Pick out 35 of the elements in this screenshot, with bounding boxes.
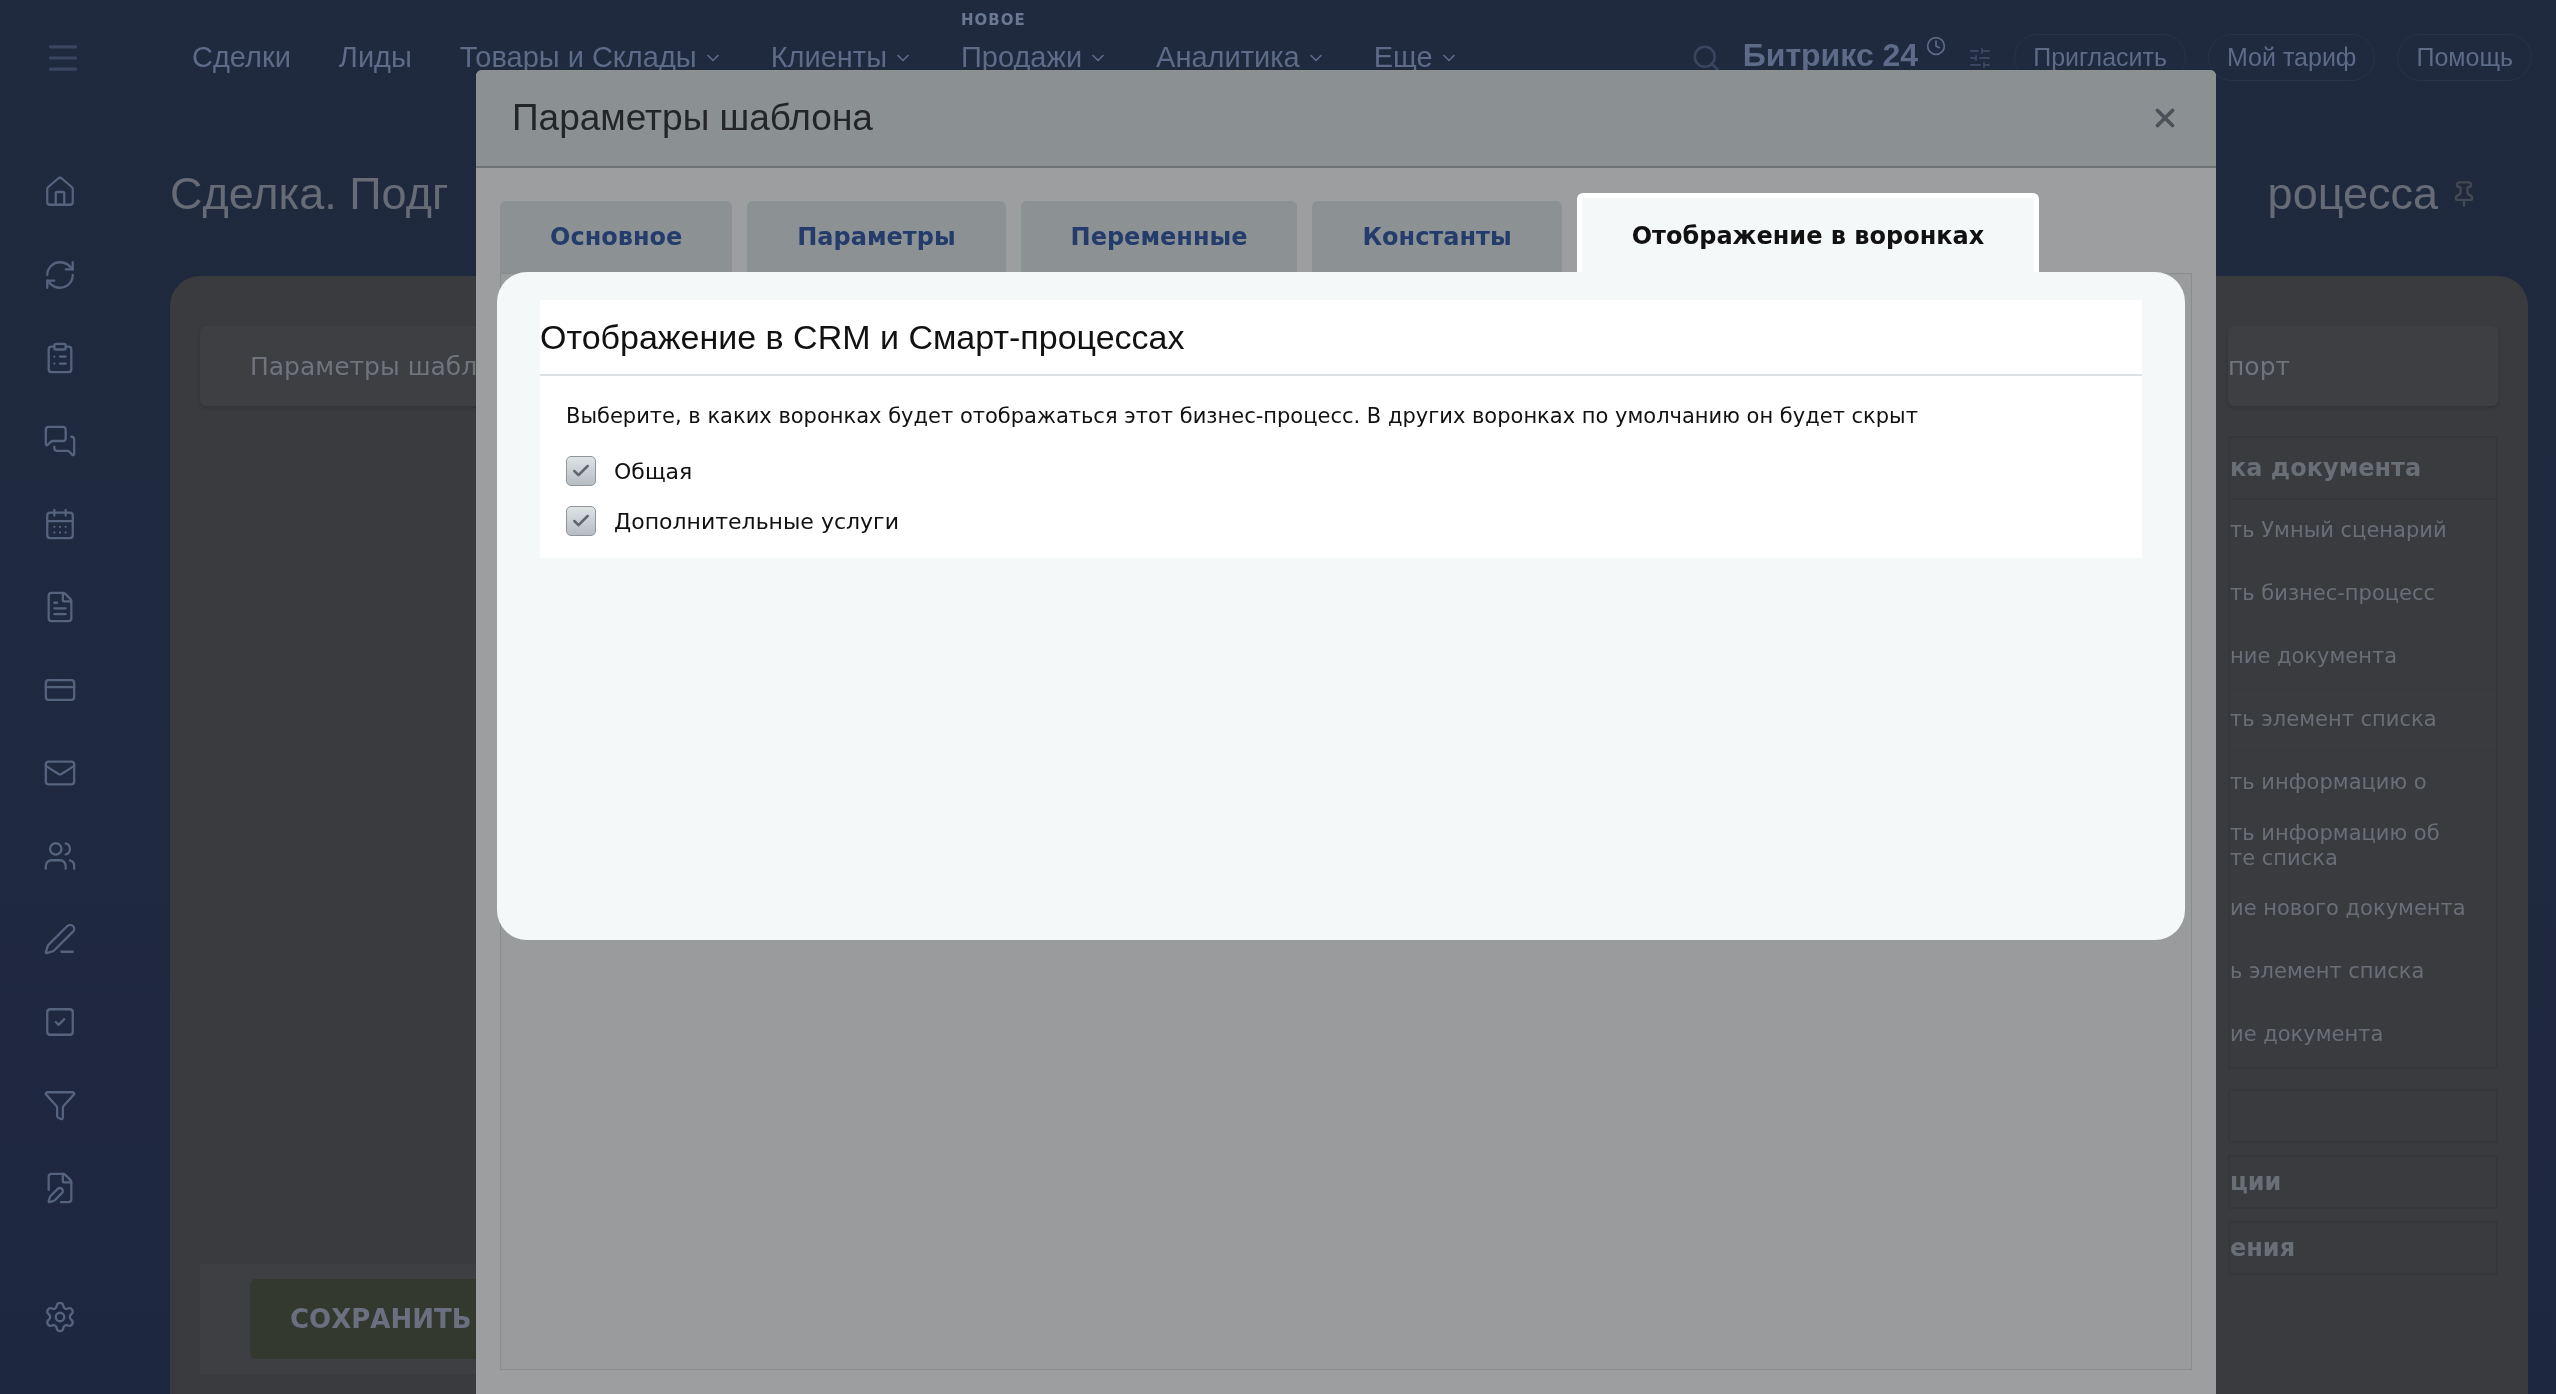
checkbox-label: Общая <box>614 458 693 484</box>
section-title: Отображение в CRM и Смарт-процессах <box>540 300 2142 376</box>
filter-icon[interactable] <box>43 1088 77 1122</box>
nav-link[interactable]: Товары и Склады <box>459 41 723 74</box>
nav-link[interactable]: Сделки <box>192 41 291 74</box>
new-label: НОВОЕ <box>961 11 1026 29</box>
page-title: Сделка. Подг <box>170 167 449 220</box>
nav-link[interactable]: Продажи <box>961 41 1109 74</box>
checkbox[interactable] <box>566 506 596 536</box>
sliders-icon[interactable] <box>1968 45 1993 70</box>
checkbox-label: Дополнительные услуги <box>614 508 899 534</box>
clock-icon <box>1926 35 1947 56</box>
description: Выберите, в каких воронках будет отображаться этот бизнес-процесс. В других воронках по умолчанию он будет скрыт <box>566 404 1919 428</box>
tab[interactable]: Константы <box>1312 201 1562 273</box>
checkbox-icon[interactable] <box>43 1005 77 1039</box>
nav-link[interactable]: Еще <box>1373 41 1459 74</box>
calendar-icon[interactable] <box>43 507 77 541</box>
chat-icon[interactable] <box>43 424 77 458</box>
checkbox[interactable] <box>566 456 596 486</box>
home-icon[interactable] <box>43 175 77 209</box>
pen-icon[interactable] <box>43 922 77 956</box>
nav-link[interactable]: Клиенты <box>770 41 913 74</box>
users-icon[interactable] <box>43 839 77 873</box>
tab[interactable]: Основное <box>500 201 733 273</box>
cycle-icon[interactable] <box>43 258 77 292</box>
nav-link[interactable]: Лиды <box>338 41 412 74</box>
logo: Битрикс 24 <box>1742 38 1919 71</box>
settings-icon[interactable] <box>43 1300 77 1334</box>
export-field[interactable]: порт <box>2228 326 2498 406</box>
tab[interactable]: Параметры <box>747 201 1006 273</box>
tab[interactable]: Переменные <box>1020 201 1298 273</box>
page-title: роцесса <box>2267 167 2438 220</box>
dialog-title: Параметры шаблона <box>512 97 873 139</box>
nav-link[interactable]: Аналитика <box>1156 41 1326 74</box>
tab[interactable]: Отображение в воронках <box>1576 193 2040 273</box>
